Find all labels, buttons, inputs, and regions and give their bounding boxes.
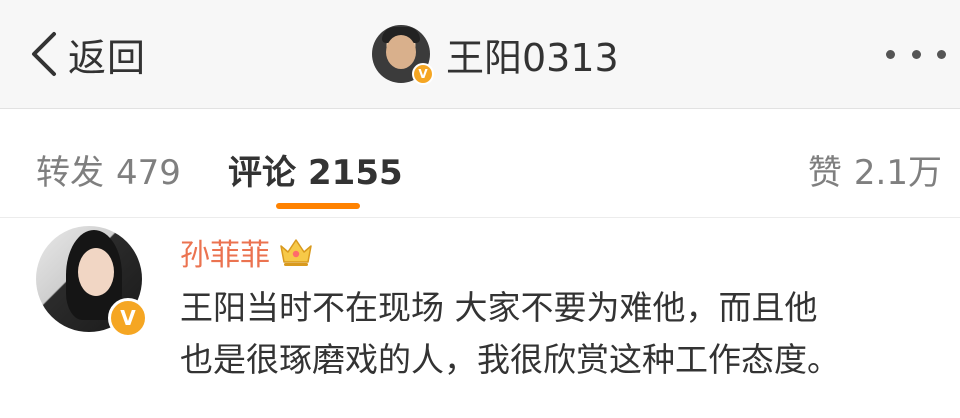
tab-comment[interactable]: 评论 2155 [228, 145, 403, 194]
crown-icon [280, 239, 312, 266]
comment-text: 王阳当时不在现场 大家不要为难他，而且他 也是很琢磨戏的人，我很欣赏这种工作态度… [180, 282, 940, 386]
profile-title[interactable]: V 王阳0313 [372, 24, 619, 85]
chevron-left-icon [32, 32, 56, 76]
tab-like-count: 2.1万 [853, 153, 942, 193]
tab-like[interactable]: 赞 2.1万 [808, 145, 942, 194]
comment-text-line: 王阳当时不在现场 大家不要为难他，而且他 [180, 288, 818, 327]
avatar[interactable]: V [372, 25, 434, 85]
verified-icon: V [108, 298, 148, 338]
tab-repost-label: 转发 [36, 153, 104, 193]
comment-username[interactable]: 孙菲菲 [180, 230, 270, 274]
tab-bar: 转发 479 评论 2155 赞 2.1万 [0, 109, 960, 218]
more-icon[interactable] [886, 40, 946, 68]
active-tab-indicator [276, 203, 360, 209]
back-label: 返回 [68, 35, 147, 80]
verified-icon: V [412, 63, 434, 85]
comment-author-row: 孙菲菲 [180, 230, 314, 274]
back-button[interactable]: 返回 [28, 26, 146, 82]
top-navbar: 返回 V 王阳0313 [0, 0, 960, 109]
comment-text-line: 也是很琢磨戏的人，我很欣赏这种工作态度。 [180, 340, 840, 379]
tab-like-label: 赞 [807, 153, 842, 193]
tab-comment-label: 评论 [228, 153, 296, 193]
page-title: 王阳0313 [446, 35, 619, 80]
comment-item: V 孙菲菲 王阳当时不在现场 大家不要为难他，而且他 也是很琢磨戏的人，我很欣赏… [0, 218, 960, 418]
tab-comment-count: 2155 [308, 153, 403, 193]
tab-repost[interactable]: 转发 479 [36, 145, 181, 194]
tab-repost-count: 479 [116, 153, 181, 193]
